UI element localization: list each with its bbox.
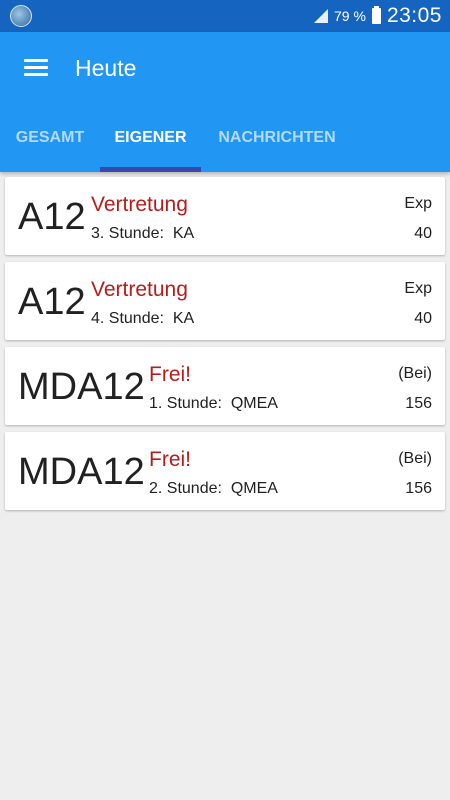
room: 156	[405, 395, 432, 412]
status-left	[10, 5, 32, 27]
entry-type: Vertretung	[91, 278, 188, 301]
room: 156	[405, 480, 432, 497]
page-title: Heute	[75, 54, 137, 81]
class-name: A12	[18, 281, 86, 323]
substitution-list: A12 Vertretung 3. Stunde: KA Exp 40 A12 …	[0, 172, 450, 510]
lesson-detail: 3. Stunde: KA	[91, 225, 195, 242]
battery-icon	[371, 6, 381, 24]
app-bar: Heute GESAMT EIGENER NACHRICHTEN	[0, 32, 450, 172]
entry-type: Frei!	[149, 448, 191, 471]
toolbar: Heute	[0, 32, 450, 104]
list-item[interactable]: A12 Vertretung 3. Stunde: KA Exp 40	[5, 177, 445, 255]
app-notification-icon	[10, 5, 32, 27]
list-item[interactable]: MDA12 Frei! 1. Stunde: QMEA (Bei) 156	[5, 347, 445, 425]
class-name: MDA12	[18, 451, 145, 493]
clock: 23:05	[386, 4, 442, 27]
status-bar: 79 % 23:05	[0, 0, 450, 32]
tab-eigener[interactable]: EIGENER	[100, 104, 201, 172]
tab-bar: GESAMT EIGENER NACHRICHTEN	[0, 104, 450, 172]
teacher: Exp	[404, 195, 432, 212]
room: 40	[414, 225, 432, 242]
tab-gesamt[interactable]: GESAMT	[0, 104, 100, 172]
menu-button[interactable]	[0, 32, 72, 104]
list-item[interactable]: A12 Vertretung 4. Stunde: KA Exp 40	[5, 262, 445, 340]
lesson-detail: 2. Stunde: QMEA	[149, 480, 278, 497]
entry-type: Vertretung	[91, 193, 188, 216]
entry-type: Frei!	[149, 363, 191, 386]
teacher: (Bei)	[398, 365, 432, 382]
teacher: (Bei)	[398, 450, 432, 467]
class-name: MDA12	[18, 366, 145, 408]
list-item[interactable]: MDA12 Frei! 2. Stunde: QMEA (Bei) 156	[5, 432, 445, 510]
tab-nachrichten[interactable]: NACHRICHTEN	[201, 104, 353, 172]
lesson-detail: 1. Stunde: QMEA	[149, 395, 278, 412]
signal-icon	[314, 9, 329, 23]
room: 40	[414, 310, 432, 327]
class-name: A12	[18, 196, 86, 238]
battery-level: 79 %	[334, 8, 366, 24]
hamburger-menu-icon	[24, 59, 48, 77]
status-right: 79 % 23:05	[314, 4, 442, 28]
lesson-detail: 4. Stunde: KA	[91, 310, 195, 327]
teacher: Exp	[404, 280, 432, 297]
